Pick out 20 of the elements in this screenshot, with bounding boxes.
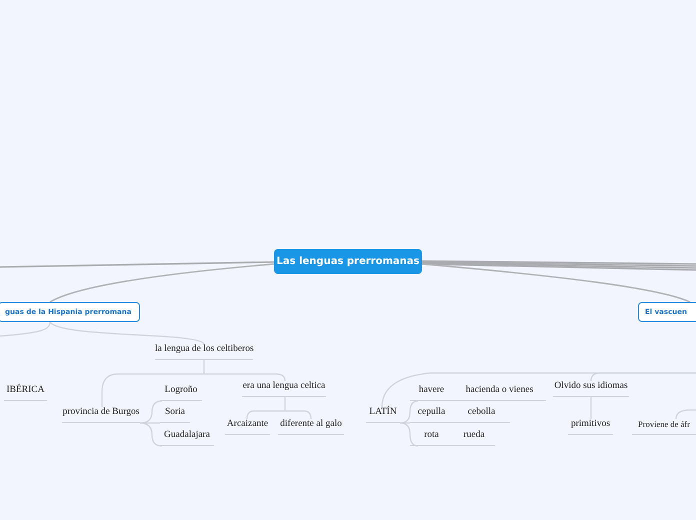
- subtopic-label[interactable]: havere: [410, 385, 453, 401]
- subtopic-label[interactable]: provincia de Burgos: [62, 407, 140, 423]
- subtopic-label[interactable]: cepulla: [410, 407, 453, 423]
- subtopic-label[interactable]: rota: [410, 430, 453, 446]
- subtopic-label[interactable]: primitivos: [568, 419, 613, 435]
- subtopic-label[interactable]: IBÉRICA: [4, 385, 47, 401]
- subtopic-label[interactable]: LATÍN: [366, 407, 400, 423]
- subtopic-label[interactable]: Proviene de áfr: [632, 419, 696, 435]
- subtopic-label[interactable]: hacienda o vienes: [453, 385, 546, 401]
- subtopic-label[interactable]: cebolla: [453, 407, 510, 423]
- subtopic-label[interactable]: la lengua de los celtiberos: [155, 344, 253, 360]
- subtopic-label[interactable]: Olvido sus idiomas: [553, 381, 629, 397]
- connector-line: [675, 409, 696, 420]
- subtopic-label[interactable]: diferente al galo: [278, 419, 344, 435]
- subtopic-label[interactable]: Logroño: [160, 385, 202, 401]
- subtopic-label[interactable]: Guadalajara: [160, 430, 214, 446]
- subtopic-label[interactable]: Soria: [160, 407, 190, 423]
- subtopic-label[interactable]: era una lengua celtica: [242, 381, 326, 397]
- subtopic-label[interactable]: Arcaizante: [225, 419, 270, 435]
- subtopic-label[interactable]: rueda: [453, 430, 495, 446]
